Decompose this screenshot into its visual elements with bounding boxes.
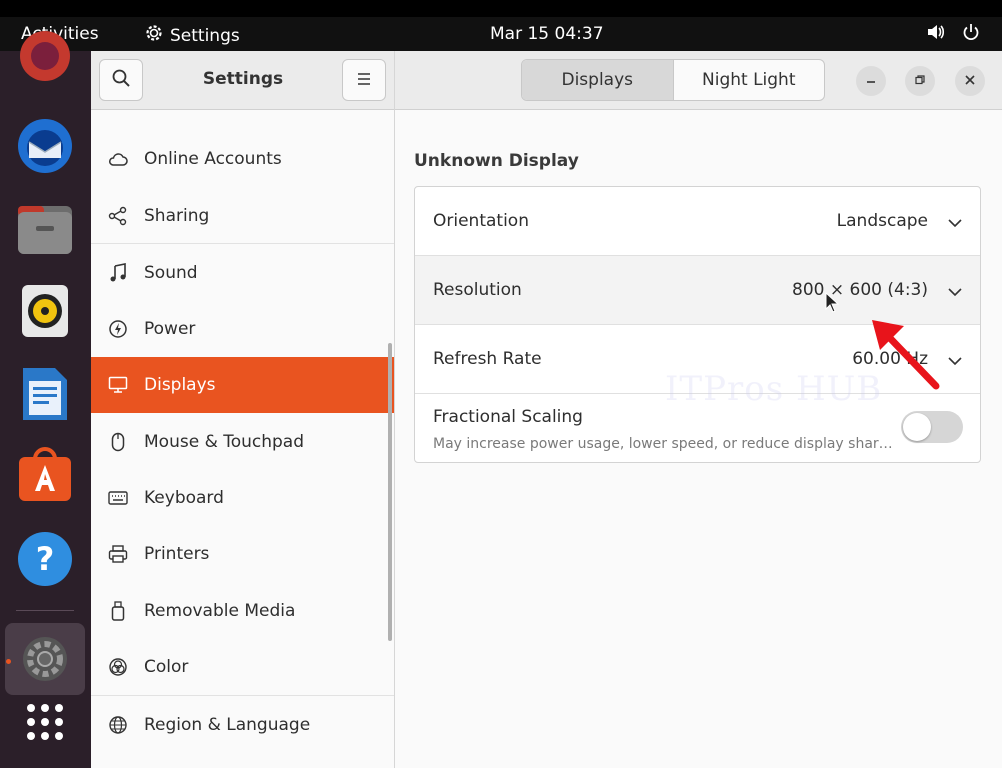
app-center-icon[interactable] [14,444,76,506]
hamburger-icon [356,71,372,90]
sidebar-item-printers[interactable]: Printers [91,526,394,582]
maximize-button[interactable] [905,66,935,96]
svg-text:?: ? [36,540,55,578]
tab-displays[interactable]: Displays [522,60,674,100]
usb-drive-icon [108,601,128,621]
keyboard-icon [108,488,128,508]
sidebar-item-displays[interactable]: Displays [91,357,394,413]
switch-knob [903,413,931,441]
sidebar-item-online-accounts[interactable]: Online Accounts [91,131,394,187]
writer-icon[interactable] [14,363,76,425]
color-icon [108,657,128,677]
sidebar-item-region-language[interactable]: Region & Language [91,697,394,753]
sidebar-item-label: Power [144,319,196,339]
help-icon[interactable]: ? [14,528,76,590]
display-name-heading: Unknown Display [414,151,579,171]
sidebar-item-label: Online Accounts [144,149,282,169]
minimize-button[interactable] [856,66,886,96]
dock-separator [16,610,74,611]
resolution-label: Resolution [433,280,522,300]
thunderbird-icon[interactable] [14,115,76,177]
fractional-scaling-label: Fractional Scaling [433,407,583,427]
resolution-row[interactable]: Resolution 800 × 600 (4:3) [415,256,980,325]
music-note-icon [108,263,128,283]
orientation-row[interactable]: Orientation Landscape [415,187,980,256]
tab-night-light[interactable]: Night Light [674,60,825,100]
close-button[interactable] [955,66,985,96]
power-icon [962,23,980,46]
sidebar: Settings Online Accounts Sharing Sound P… [91,51,395,768]
sidebar-item-label: Mouse & Touchpad [144,432,305,452]
sidebar-item-keyboard[interactable]: Keyboard [91,470,394,526]
restore-icon [915,73,925,89]
close-icon [965,73,975,89]
displays-panel: Displays Night Light Unknown Display Ori… [395,51,1002,768]
files-icon[interactable] [14,199,76,261]
sidebar-item-color[interactable]: Color [91,639,394,695]
cloud-icon [108,149,128,169]
chevron-down-icon [948,213,962,233]
power-icon [108,319,128,339]
sidebar-item-label: Region & Language [144,715,311,735]
top-black-strip [0,0,1002,17]
sidebar-item-label: Displays [144,375,216,395]
sidebar-item-sound[interactable]: Sound [91,245,394,301]
sidebar-item-label: Removable Media [144,601,296,621]
app-menu[interactable]: Settings [144,23,240,48]
sidebar-item-power[interactable]: Power [91,301,394,357]
dock: ? [0,31,91,768]
minimize-icon [866,73,876,89]
rhythmbox-icon[interactable] [14,280,76,342]
firefox-icon[interactable] [14,25,76,87]
fractional-scaling-switch[interactable] [901,411,963,443]
show-apps-icon[interactable] [14,691,76,753]
display-icon [108,375,128,395]
sidebar-item-label: Keyboard [144,488,224,508]
sidebar-item-label: Sharing [144,206,210,226]
clock[interactable]: Mar 15 04:37 [490,24,604,44]
app-menu-label: Settings [170,25,240,46]
display-settings-list: Orientation Landscape Resolution 800 × 6… [414,186,981,463]
refresh-rate-label: Refresh Rate [433,349,542,369]
watermark-text: ITPros HUB [665,369,883,409]
sidebar-item-label: Color [144,657,189,677]
view-switcher: Displays Night Light [521,59,825,101]
sidebar-scrollbar[interactable] [388,343,392,641]
settings-window: Settings Online Accounts Sharing Sound P… [91,51,1002,768]
orientation-value: Landscape [836,211,928,231]
settings-app-icon[interactable] [14,626,76,688]
sidebar-item-sharing[interactable]: Sharing [91,188,394,244]
sidebar-item-label: Sound [144,263,198,283]
mouse-icon [108,432,128,452]
content-header: Displays Night Light [395,51,1002,110]
sidebar-divider [91,243,394,244]
system-menu[interactable] [926,23,980,46]
fractional-scaling-description: May increase power usage, lower speed, o… [433,436,893,452]
volume-icon [926,23,946,46]
chevron-down-icon [948,282,962,302]
top-panel: Activities Settings Mar 15 04:37 [0,17,1002,51]
sidebar-item-label: Printers [144,544,210,564]
globe-icon [108,715,128,735]
refresh-rate-value: 60.00 Hz [852,349,928,369]
gear-icon [144,23,164,48]
printer-icon [108,544,128,564]
sidebar-divider [91,695,394,696]
share-icon [108,206,128,226]
resolution-value: 800 × 600 (4:3) [792,280,928,300]
orientation-label: Orientation [433,211,529,231]
running-indicator [6,659,11,664]
chevron-down-icon [948,351,962,371]
sidebar-item-removable-media[interactable]: Removable Media [91,583,394,639]
sidebar-header: Settings [91,51,394,110]
menu-button[interactable] [342,59,386,101]
sidebar-item-mouse-touchpad[interactable]: Mouse & Touchpad [91,414,394,470]
